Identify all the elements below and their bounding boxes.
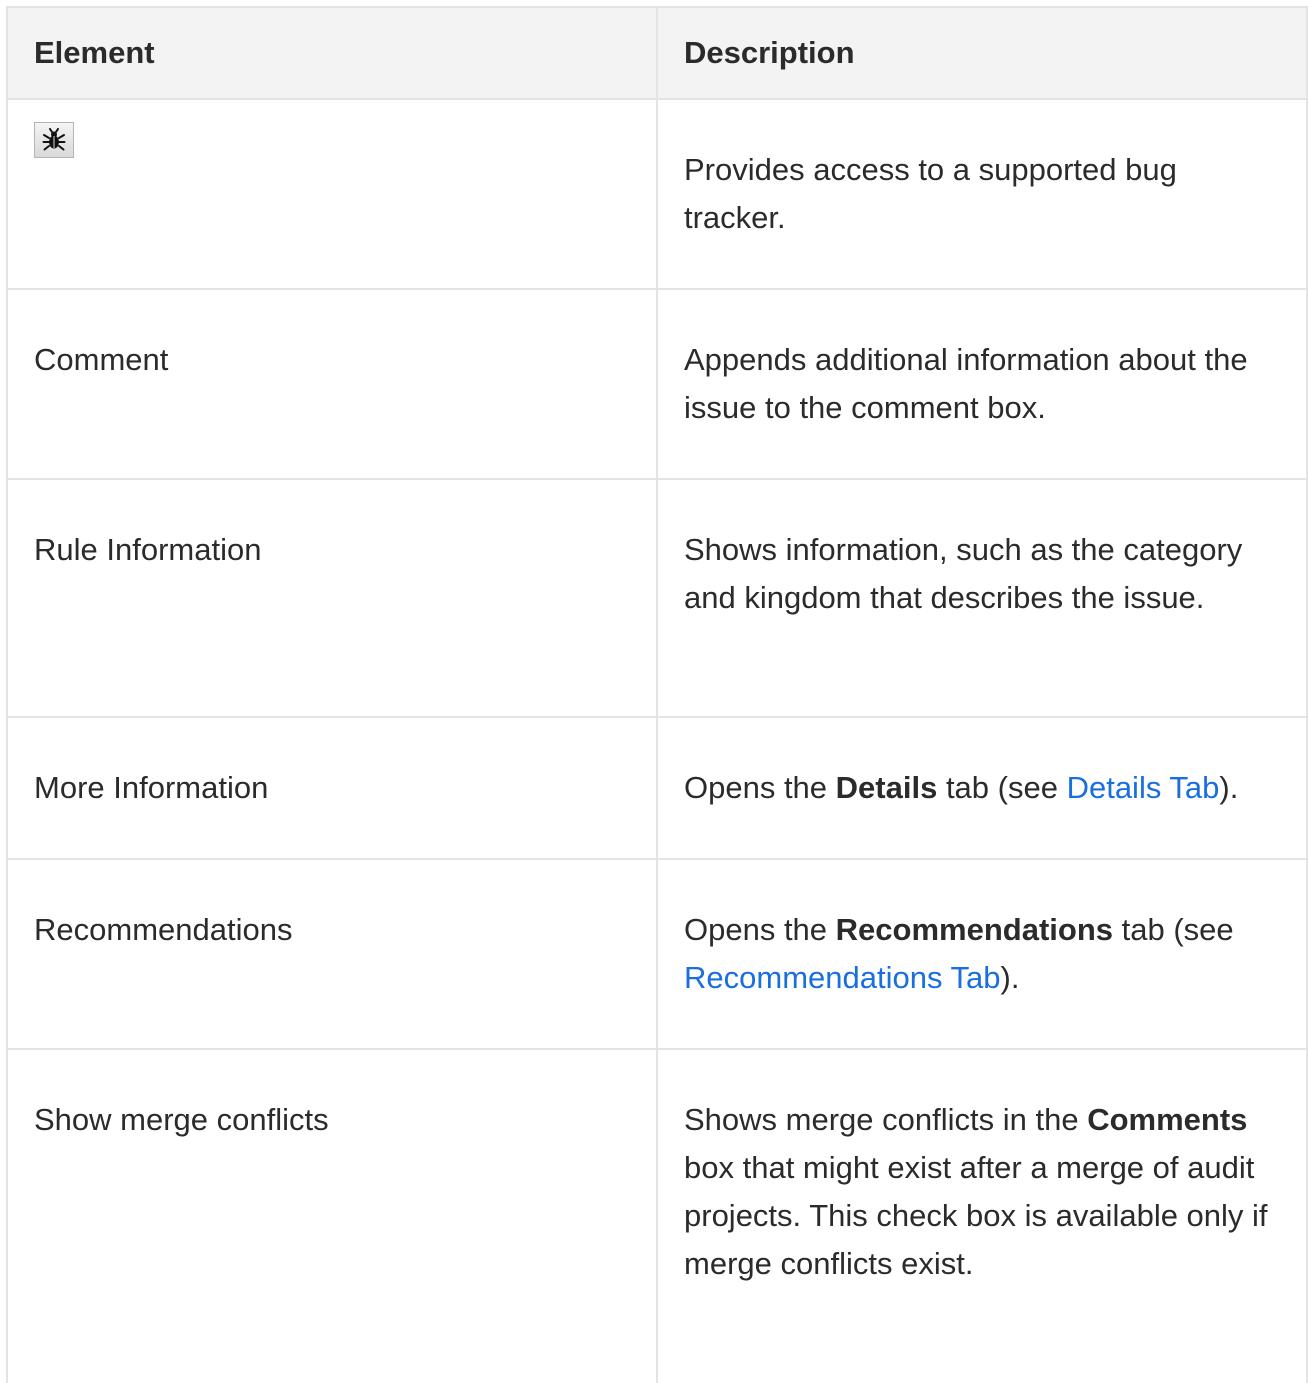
element-label: Show merge conflicts (34, 1102, 329, 1137)
description-cell: Provides access to a supported bug track… (656, 98, 1308, 290)
table-row: More Information Opens the Details tab (… (6, 716, 1308, 860)
bug-tracker-button[interactable] (34, 122, 74, 158)
table-row: Show merge conflicts Shows merge conflic… (6, 1048, 1308, 1383)
element-cell: More Information (6, 716, 658, 860)
bug-tracker-icon (42, 128, 66, 151)
table-row: Recommendations Opens the Recommendation… (6, 858, 1308, 1050)
element-label: Comment (34, 342, 169, 377)
recommendations-tab-link[interactable]: Recommendations Tab (684, 960, 1001, 995)
description-text: Opens the (684, 912, 836, 947)
description-cell: Opens the Details tab (see Details Tab). (656, 716, 1308, 860)
element-label: More Information (34, 770, 269, 805)
element-cell: Show merge conflicts (6, 1048, 658, 1383)
description-text: tab (see (937, 770, 1067, 805)
description-text: tab (see (1113, 912, 1234, 947)
description-cell: Opens the Recommendations tab (see Recom… (656, 858, 1308, 1050)
description-text: Appends additional information about the… (684, 342, 1248, 425)
header-description: Description (656, 6, 1308, 100)
description-cell: Appends additional information about the… (656, 288, 1308, 480)
comments-box-name: Comments (1087, 1102, 1248, 1137)
details-tab-name: Details (835, 770, 938, 805)
description-text: Shows information, such as the category … (684, 532, 1243, 615)
recommendations-tab-name: Recommendations (835, 912, 1113, 947)
element-cell (6, 98, 658, 290)
element-description-table: Element Description Provides access to a… (6, 6, 1308, 1383)
description-cell: Shows information, such as the category … (656, 478, 1308, 718)
table-row: Rule Information Shows information, such… (6, 478, 1308, 718)
details-tab-link[interactable]: Details Tab (1067, 770, 1220, 805)
description-text: Provides access to a supported bug track… (684, 152, 1177, 235)
description-text: box that might exist after a merge of au… (684, 1150, 1268, 1281)
description-text: Opens the (684, 770, 836, 805)
header-element: Element (6, 6, 658, 100)
table-header-row: Element Description (6, 6, 1308, 100)
table-row: Comment Appends additional information a… (6, 288, 1308, 480)
element-label: Recommendations (34, 912, 293, 947)
description-text: ). (1000, 960, 1020, 995)
element-cell: Rule Information (6, 478, 658, 718)
description-text: ). (1219, 770, 1239, 805)
description-text: Shows merge conflicts in the (684, 1102, 1088, 1137)
element-label: Rule Information (34, 532, 262, 567)
element-cell: Recommendations (6, 858, 658, 1050)
element-cell: Comment (6, 288, 658, 480)
table-row: Provides access to a supported bug track… (6, 98, 1308, 290)
description-cell: Shows merge conflicts in the Comments bo… (656, 1048, 1308, 1383)
